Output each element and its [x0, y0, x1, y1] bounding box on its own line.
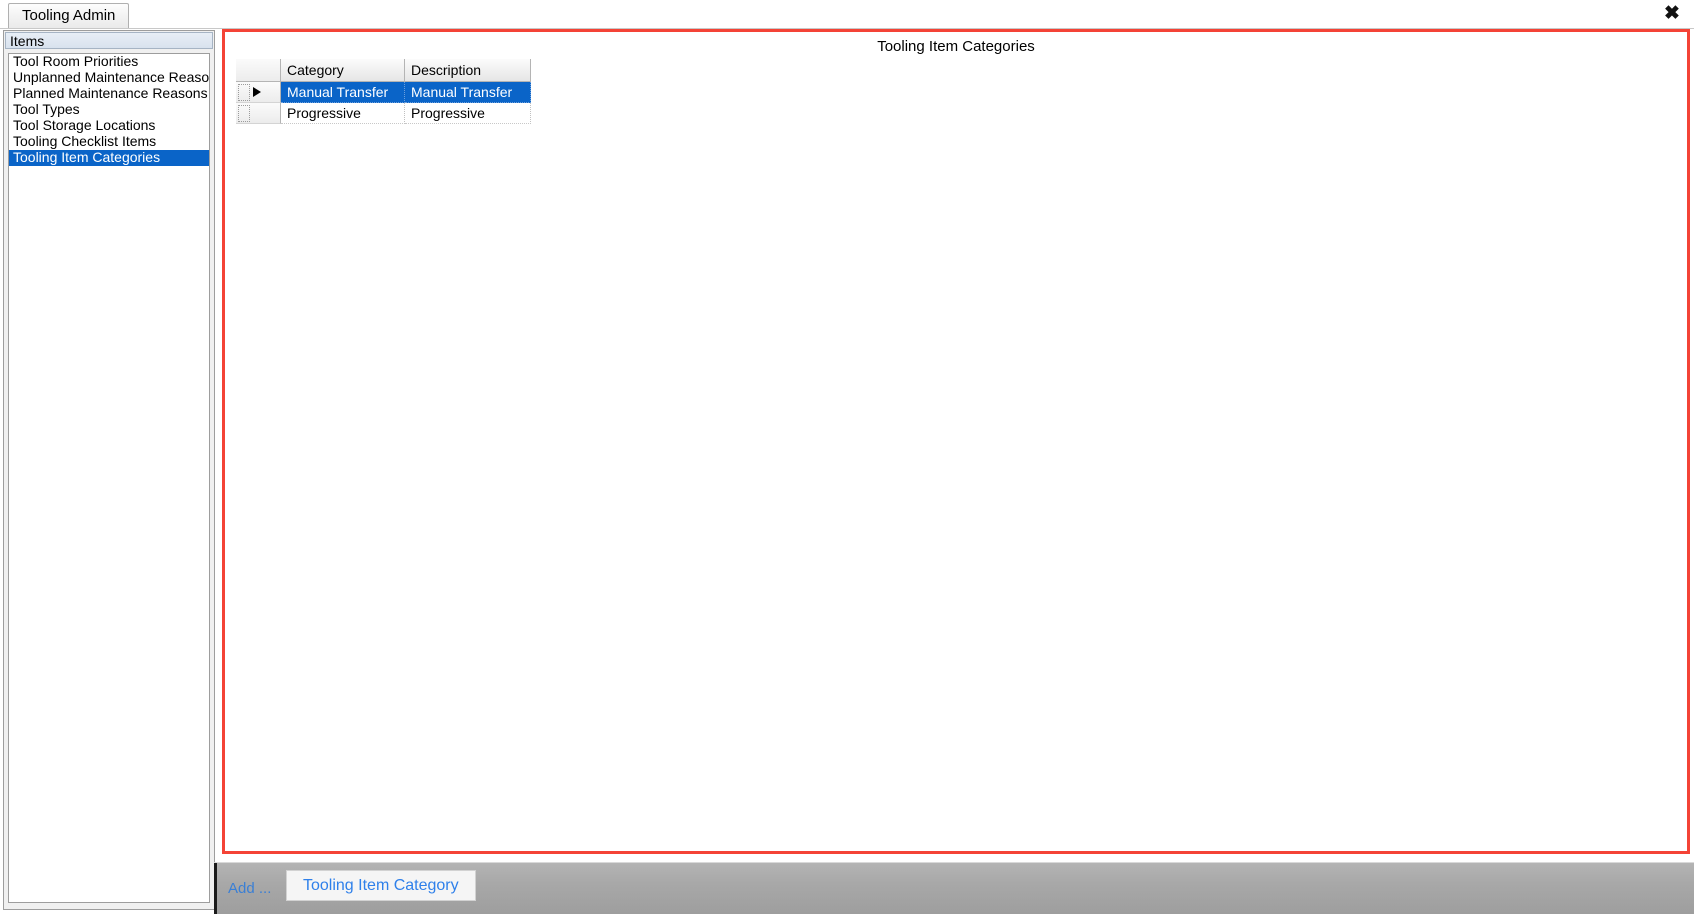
add-tooling-item-category-button[interactable]: Tooling Item Category: [286, 870, 476, 901]
table-row[interactable]: Progressive Progressive: [236, 103, 531, 124]
action-bar: Add ... Tooling Item Category: [214, 862, 1694, 914]
sidebar-item-tool-room-priorities[interactable]: Tool Room Priorities: [9, 54, 209, 70]
sidebar-header: Items: [5, 32, 213, 49]
cell-description[interactable]: Progressive: [405, 103, 531, 124]
items-listbox[interactable]: Tool Room Priorities Unplanned Maintenan…: [8, 53, 210, 903]
focus-rect-icon: [238, 84, 250, 101]
current-row-caret-icon: [253, 87, 261, 97]
tab-tooling-admin[interactable]: Tooling Admin: [8, 3, 130, 28]
tab-strip: Tooling Admin ✖: [0, 0, 1694, 29]
page-title: Tooling Item Categories: [877, 38, 1035, 55]
column-header-description[interactable]: Description: [405, 59, 531, 82]
sidebar-item-tool-storage-locations[interactable]: Tool Storage Locations: [9, 118, 209, 134]
sidebar-item-tooling-item-categories[interactable]: Tooling Item Categories: [9, 150, 209, 166]
sidebar: Items Tool Room Priorities Unplanned Mai…: [3, 30, 215, 910]
sidebar-item-tool-types[interactable]: Tool Types: [9, 102, 209, 118]
column-header-category[interactable]: Category: [281, 59, 405, 82]
close-icon[interactable]: ✖: [1658, 0, 1686, 27]
cell-category[interactable]: Manual Transfer: [281, 82, 405, 103]
sidebar-item-unplanned-maintenance-reasons[interactable]: Unplanned Maintenance Reasons: [9, 70, 209, 86]
grid-header-row: Category Description: [236, 59, 531, 82]
categories-data-grid[interactable]: Category Description Manual Transfer Man…: [236, 59, 531, 124]
action-bar-divider: [214, 863, 217, 914]
cell-category[interactable]: Progressive: [281, 103, 405, 124]
sidebar-item-tooling-checklist-items[interactable]: Tooling Checklist Items: [9, 134, 209, 150]
row-header[interactable]: [236, 103, 281, 124]
tooling-admin-window: Tooling Admin ✖ Items Tool Room Prioriti…: [0, 0, 1694, 914]
tab-label: Tooling Admin: [22, 7, 116, 24]
cell-description[interactable]: Manual Transfer: [405, 82, 531, 103]
grid-corner-header: [236, 59, 281, 82]
sidebar-item-planned-maintenance-reasons[interactable]: Planned Maintenance Reasons: [9, 86, 209, 102]
row-header-current[interactable]: [236, 82, 281, 103]
table-row[interactable]: Manual Transfer Manual Transfer: [236, 82, 531, 103]
main-panel: Tooling Item Categories Category Descrip…: [222, 29, 1690, 854]
add-label[interactable]: Add ...: [228, 880, 271, 897]
focus-rect-icon: [238, 105, 250, 122]
